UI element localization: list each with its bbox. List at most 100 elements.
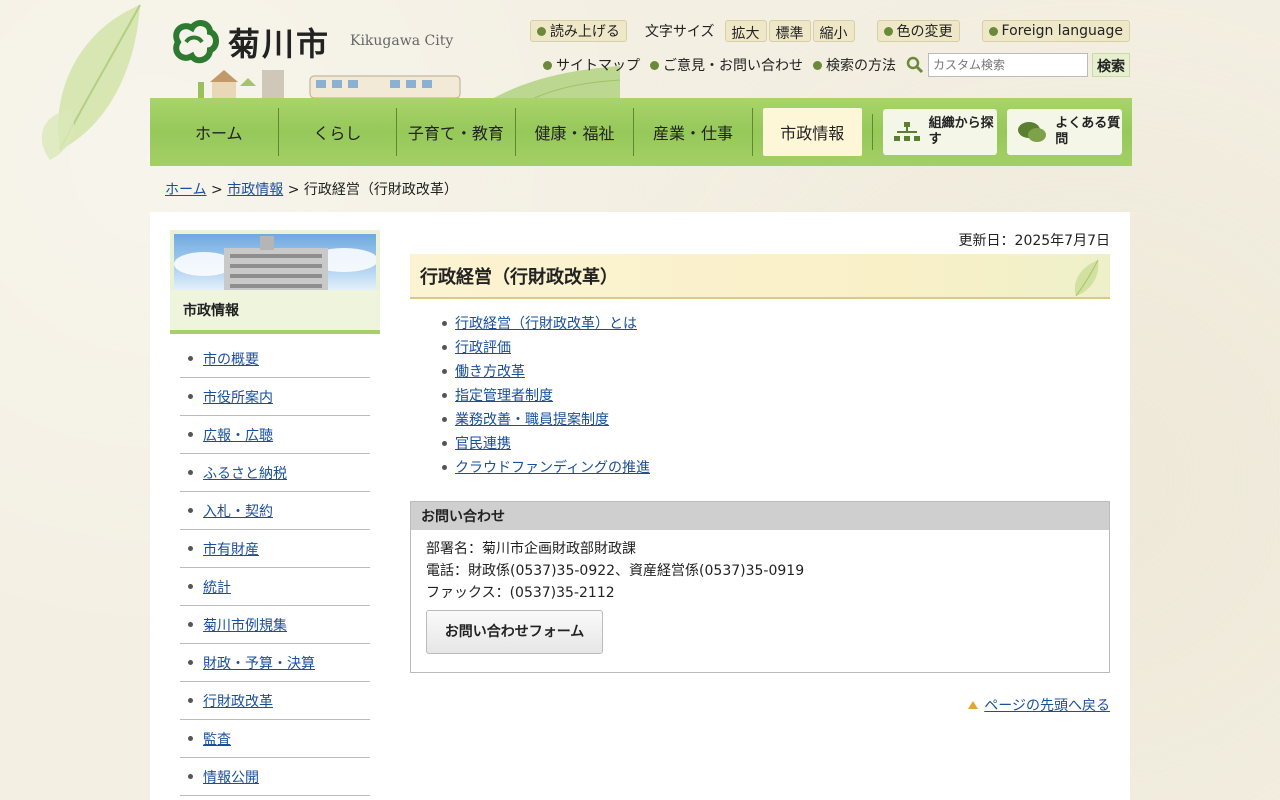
bullet-icon [188, 546, 193, 551]
font-size-small-button[interactable]: 縮小 [812, 20, 855, 42]
list-item: 行政評価 [442, 335, 1110, 359]
sidebar-item: 広報・広聴 [180, 416, 370, 454]
link-crowdfunding[interactable]: クラウドファンディングの推進 [455, 457, 650, 477]
list-item: 働き方改革 [442, 359, 1110, 383]
search-input[interactable] [928, 53, 1088, 77]
color-change-button[interactable]: 色の変更 [876, 20, 960, 42]
up-triangle-icon [968, 701, 979, 709]
sidebar-link-ordinances[interactable]: 菊川市例規集 [203, 615, 287, 635]
nav-industry-work[interactable]: 産業・仕事 [634, 108, 753, 156]
link-business-improvement[interactable]: 業務改善・職員提案制度 [455, 409, 609, 429]
sidebar-item: 入札・契約 [180, 492, 370, 530]
contact-box: お問い合わせ 部署名：菊川市企画財政部財政課 電話：財政係(0537)35-09… [410, 501, 1110, 673]
bullet-icon [442, 344, 447, 350]
contact-form-button[interactable]: お問い合わせフォーム [426, 610, 603, 654]
search-button[interactable]: 検索 [1092, 53, 1130, 77]
read-aloud-label: 読み上げる [549, 24, 620, 40]
bullet-icon [188, 584, 193, 589]
link-admin-evaluation[interactable]: 行政評価 [455, 337, 511, 357]
speech-bubble-icon [1018, 122, 1047, 142]
faq-button[interactable]: よくある質問 [1007, 109, 1123, 155]
breadcrumb-separator: > [211, 182, 223, 198]
sidebar-item: 行財政改革 [180, 682, 370, 720]
list-item: 指定管理者制度 [442, 383, 1110, 407]
page-top: ページの先頭へ戻る [410, 695, 1110, 715]
bullet-icon [442, 440, 447, 446]
list-item: クラウドファンディングの推進 [442, 455, 1110, 479]
search-method-link[interactable]: 検索の方法 [813, 55, 896, 75]
list-item: 官民連携 [442, 431, 1110, 455]
sidebar-link-info-disclosure[interactable]: 情報公開 [203, 767, 259, 787]
logo-english: Kikugawa City [350, 33, 454, 49]
tea-leaf-decoration [41, 4, 141, 160]
city-hall-illustration [174, 236, 376, 290]
search-method-label: 検索の方法 [826, 58, 896, 74]
bullet-icon [188, 622, 193, 627]
org-search-button[interactable]: 組織から探す [882, 109, 998, 155]
breadcrumb-city-info[interactable]: 市政情報 [227, 182, 283, 198]
contact-fax: ファックス：(0537)35-2112 [426, 585, 615, 601]
list-item: 行政経営（行財政改革）とは [442, 311, 1110, 335]
topic-link-list: 行政経営（行財政改革）とは 行政評価 働き方改革 指定管理者制度 業務改善・職員… [442, 311, 1110, 479]
sidebar-list: 市の概要 市役所案内 広報・広聴 ふるさと納税 入札・契約 市有財産 統計 菊川… [180, 340, 370, 796]
sidebar-link-admin-reform[interactable]: 行財政改革 [203, 691, 273, 711]
contact-phone: 電話：財政係(0537)35-0922、資産経営係(0537)35-0919 [426, 563, 805, 579]
bullet-icon [442, 464, 447, 470]
contact-heading: お問い合わせ [411, 502, 1109, 530]
sitemap-link[interactable]: サイトマップ [543, 55, 640, 75]
arrow-bullet-icon [650, 60, 659, 70]
breadcrumb-current: 行政経営（行財政改革） [303, 182, 458, 198]
utility-bar-bottom: サイトマップ ご意見・お問い合わせ 検索の方法 検索 [543, 53, 1130, 77]
sidebar-link-furusato-tax[interactable]: ふるさと納税 [203, 463, 287, 483]
bullet-icon [442, 416, 447, 422]
chrysanthemum-logo-icon [173, 20, 219, 64]
font-size-standard-button[interactable]: 標準 [768, 20, 811, 42]
site-header: 菊川市 Kikugawa City 読み上げる 文字サイズ 拡大 標準 縮小 色… [150, 0, 1130, 100]
nav-home[interactable]: ホーム [160, 108, 279, 156]
sidebar-link-public-relations[interactable]: 広報・広聴 [203, 425, 273, 445]
nav-childcare-education[interactable]: 子育て・教育 [397, 108, 516, 156]
sidebar-item: 統計 [180, 568, 370, 606]
color-change-label: 色の変更 [896, 24, 953, 40]
contact-body: 部署名：菊川市企画財政部財政課 電話：財政係(0537)35-0922、資産経営… [411, 530, 1109, 672]
link-designated-manager[interactable]: 指定管理者制度 [455, 385, 553, 405]
logo-text: 菊川市 [228, 25, 331, 63]
feedback-link[interactable]: ご意見・お問い合わせ [650, 55, 803, 75]
sidebar-link-bidding[interactable]: 入札・契約 [203, 501, 273, 521]
arrow-bullet-icon [883, 26, 893, 36]
font-size-label: 文字サイズ [644, 24, 715, 40]
search-icon [906, 56, 924, 74]
bullet-icon [188, 508, 193, 513]
breadcrumb-home[interactable]: ホーム [165, 182, 207, 198]
page-title: 行政経営（行財政改革） [410, 254, 1110, 299]
sidebar: 市政情報 市の概要 市役所案内 広報・広聴 ふるさと納税 入札・契約 市有財産 … [170, 230, 380, 796]
link-admin-management-about[interactable]: 行政経営（行財政改革）とは [455, 313, 637, 333]
bullet-icon [188, 432, 193, 437]
foreign-language-button[interactable]: Foreign language [981, 20, 1130, 42]
updated-date: 更新日：2025年7月7日 [958, 233, 1110, 249]
nav-city-info[interactable]: 市政情報 [762, 108, 862, 156]
font-size-controls: 拡大 標準 縮小 [724, 20, 855, 42]
font-size-large-button[interactable]: 拡大 [724, 20, 767, 42]
sidebar-item: 情報公開 [180, 758, 370, 796]
sidebar-link-finance-budget[interactable]: 財政・予算・決算 [203, 653, 315, 673]
sidebar-item: 菊川市例規集 [180, 606, 370, 644]
link-work-style-reform[interactable]: 働き方改革 [455, 361, 525, 381]
nav-living[interactable]: くらし [279, 108, 398, 156]
leaf-decoration-icon [1074, 259, 1099, 297]
sidebar-link-statistics[interactable]: 統計 [203, 577, 231, 597]
main-panel: 市政情報 市の概要 市役所案内 広報・広聴 ふるさと納税 入札・契約 市有財産 … [150, 212, 1130, 800]
sidebar-link-city-office-guide[interactable]: 市役所案内 [203, 387, 273, 407]
sitemap-label: サイトマップ [556, 58, 640, 74]
link-public-private-partnership[interactable]: 官民連携 [455, 433, 511, 453]
bullet-icon [442, 368, 447, 374]
sidebar-link-city-property[interactable]: 市有財産 [203, 539, 259, 559]
read-aloud-button[interactable]: 読み上げる [529, 20, 627, 42]
sidebar-link-city-overview[interactable]: 市の概要 [203, 349, 259, 369]
page-top-link[interactable]: ページの先頭へ戻る [984, 695, 1110, 715]
arrow-bullet-icon [988, 26, 998, 36]
bullet-icon [188, 470, 193, 475]
site-logo[interactable]: 菊川市 [168, 18, 330, 66]
sidebar-link-audit[interactable]: 監査 [203, 729, 231, 749]
nav-health-welfare[interactable]: 健康・福祉 [516, 108, 635, 156]
